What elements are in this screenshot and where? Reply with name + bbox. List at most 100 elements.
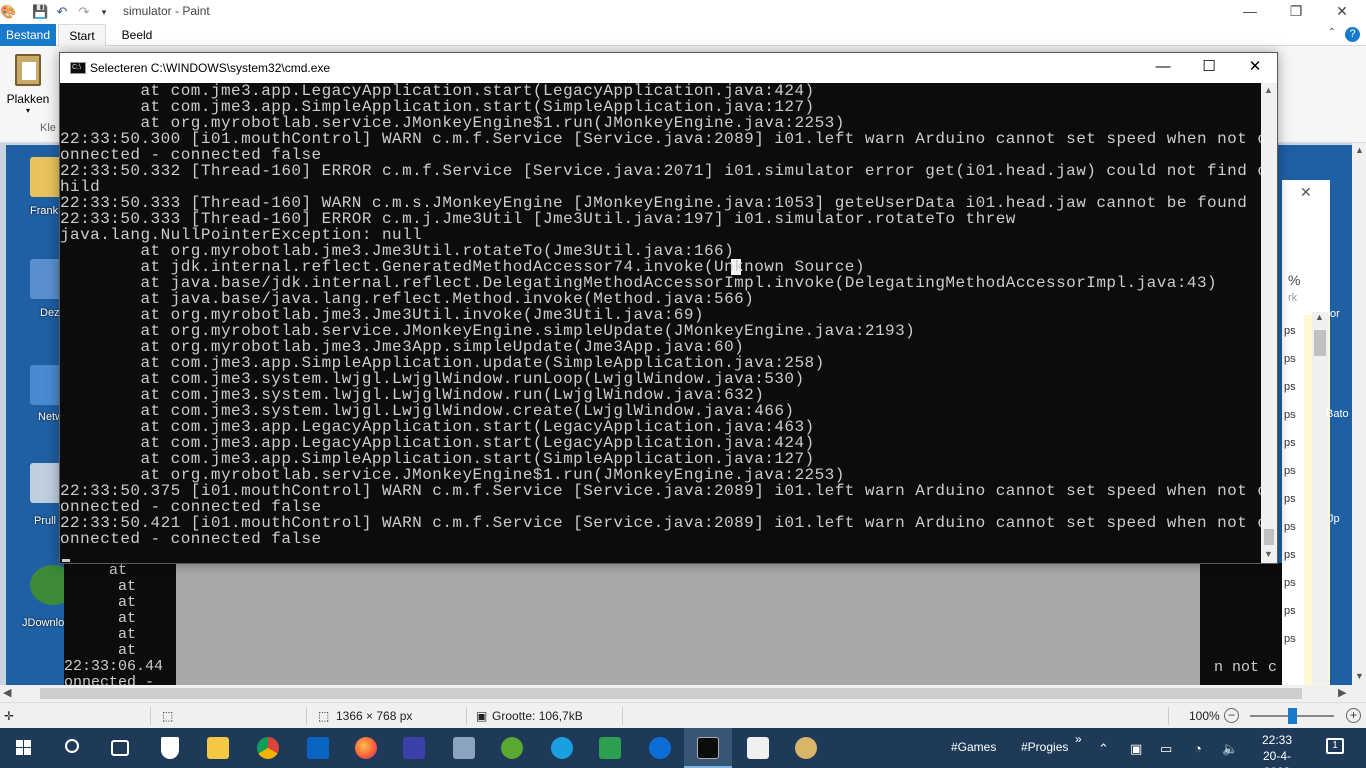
- volume-icon[interactable]: 🔈: [1222, 741, 1238, 757]
- console-line[interactable]: 22:33:50.300 [i01.mouthControl] WARN c.m…: [60, 131, 1261, 147]
- undo-icon[interactable]: ↶: [54, 4, 70, 20]
- paint-app-icon: 🎨: [0, 4, 17, 19]
- tab-home[interactable]: Start: [58, 24, 106, 46]
- fragment-scroll-thumb: [1314, 330, 1326, 356]
- scroll-down-icon[interactable]: ▼: [1355, 671, 1364, 681]
- console-line[interactable]: 22:33:50.333 [Thread-160] WARN c.m.s.JMo…: [60, 195, 1261, 211]
- console-line[interactable]: onnected - connected false: [60, 531, 1261, 547]
- paste-button[interactable]: Plakken ▾: [6, 52, 50, 122]
- paint-title-bar: 🎨 💾 ↶ ↷ ▾ simulator - Paint — ❐ ✕: [0, 0, 1366, 24]
- taskbar-firefox[interactable]: [342, 728, 390, 768]
- search-button[interactable]: [48, 728, 96, 768]
- console-line[interactable]: onnected - connected false: [60, 147, 1261, 163]
- cmd-app-icon: C:\: [70, 62, 86, 74]
- console-log-text[interactable]: at com.jme3.app.LegacyApplication.start(…: [60, 83, 1261, 547]
- console-line[interactable]: at com.jme3.app.LegacyApplication.start(…: [60, 435, 1261, 451]
- console-line[interactable]: at com.jme3.system.lwjgl.LwjglWindow.run…: [60, 371, 1261, 387]
- network-icon[interactable]: ▭: [1160, 741, 1172, 757]
- console-line[interactable]: 22:33:50.375 [i01.mouthControl] WARN c.m…: [60, 483, 1261, 499]
- zoom-out-button[interactable]: −: [1224, 708, 1239, 723]
- taskbar-ccleaner[interactable]: [538, 728, 586, 768]
- taskbar-chrome[interactable]: [244, 728, 292, 768]
- zoom-in-button[interactable]: +: [1346, 708, 1361, 723]
- taskbar-photos[interactable]: [440, 728, 488, 768]
- console-line[interactable]: onnected - connected false: [60, 499, 1261, 515]
- horizontal-scroll-thumb[interactable]: [40, 688, 1302, 699]
- scroll-down-icon[interactable]: ▼: [1264, 549, 1273, 559]
- taskbar-outlook[interactable]: [294, 728, 342, 768]
- cmd-window[interactable]: C:\ Selecteren C:\WINDOWS\system32\cmd.e…: [59, 52, 1278, 564]
- zoom-slider-thumb[interactable]: [1288, 708, 1297, 724]
- console-line[interactable]: 22:33:50.333 [Thread-160] ERROR c.m.j.Jm…: [60, 211, 1261, 227]
- fragment-ps: ps: [1284, 353, 1296, 365]
- console-line[interactable]: hild: [60, 179, 1261, 195]
- tab-file[interactable]: Bestand: [0, 24, 56, 46]
- paste-dropdown-icon[interactable]: ▾: [6, 106, 50, 115]
- taskbar-disk[interactable]: [390, 728, 438, 768]
- cmd-close-button[interactable]: ✕: [1232, 53, 1278, 83]
- taskbar-paint[interactable]: [782, 728, 830, 768]
- cmd-minimize-button[interactable]: —: [1140, 53, 1186, 83]
- toolbar-progies[interactable]: #Progies: [1021, 740, 1068, 754]
- redo-icon[interactable]: ↷: [76, 4, 92, 20]
- status-separator: [306, 707, 307, 725]
- toolbar-games[interactable]: #Games: [951, 740, 996, 754]
- console-line[interactable]: at org.myrobotlab.service.JMonkeyEngine$…: [60, 467, 1261, 483]
- scroll-left-icon[interactable]: ◀: [3, 686, 11, 699]
- cmd-scroll-thumb[interactable]: [1264, 529, 1274, 545]
- paint-horizontal-scrollbar[interactable]: ◀ ▶: [0, 685, 1366, 702]
- cmd-window-title: Selecteren C:\WINDOWS\system32\cmd.exe: [90, 61, 331, 75]
- cmd-console-output[interactable]: at com.jme3.app.LegacyApplication.start(…: [60, 83, 1261, 563]
- taskbar-chart-app[interactable]: [586, 728, 634, 768]
- console-line[interactable]: at com.jme3.app.SimpleApplication.start(…: [60, 99, 1261, 115]
- collapse-ribbon-icon[interactable]: ⌃: [1328, 27, 1336, 38]
- paint-minimize-button[interactable]: —: [1227, 0, 1273, 24]
- paint-close-button[interactable]: ✕: [1319, 0, 1365, 24]
- help-icon[interactable]: ?: [1345, 27, 1360, 42]
- console-line[interactable]: at com.jme3.system.lwjgl.LwjglWindow.run…: [60, 387, 1261, 403]
- console-line[interactable]: at org.myrobotlab.service.JMonkeyEngine.…: [60, 323, 1261, 339]
- clock[interactable]: 22:33 20-4-2023: [1252, 732, 1302, 768]
- cmd-vertical-scrollbar[interactable]: ▲ ▼: [1261, 83, 1277, 563]
- taskbar-teamviewer[interactable]: [636, 728, 684, 768]
- taskbar-security[interactable]: [146, 728, 194, 768]
- toolbar-more[interactable]: »: [1075, 732, 1082, 746]
- task-view-button[interactable]: [96, 728, 144, 768]
- tab-view[interactable]: Beeld: [110, 24, 164, 46]
- console-line[interactable]: at java.base/java.lang.reflect.Method.in…: [60, 291, 1261, 307]
- chart-icon: [599, 737, 621, 759]
- taskbar-jdownloader[interactable]: [488, 728, 536, 768]
- show-hidden-icons-icon[interactable]: ⌃: [1098, 741, 1109, 757]
- taskbar-java[interactable]: [734, 728, 782, 768]
- console-line[interactable]: java.lang.NullPointerException: null: [60, 227, 1261, 243]
- console-line[interactable]: 22:33:50.332 [Thread-160] ERROR c.m.f.Se…: [60, 163, 1261, 179]
- save-icon[interactable]: 💾: [32, 4, 48, 20]
- scroll-right-icon[interactable]: ▶: [1338, 686, 1346, 699]
- console-line[interactable]: at org.myrobotlab.jme3.Jme3App.simpleUpd…: [60, 339, 1261, 355]
- wifi-icon[interactable]: ◔: [1194, 741, 1202, 756]
- console-line[interactable]: 22:33:50.421 [i01.mouthControl] WARN c.m…: [60, 515, 1261, 531]
- customize-quick-access-icon[interactable]: ▾: [96, 4, 112, 20]
- camera-icon[interactable]: ▣: [1130, 741, 1142, 757]
- cmd-maximize-button[interactable]: ☐: [1186, 53, 1232, 83]
- console-line[interactable]: at org.myrobotlab.service.JMonkeyEngine$…: [60, 115, 1261, 131]
- paint-vertical-scrollbar[interactable]: ▲ ▼: [1352, 143, 1366, 685]
- notification-center-icon[interactable]: 1: [1326, 738, 1344, 754]
- console-line[interactable]: at com.jme3.app.LegacyApplication.start(…: [60, 419, 1261, 435]
- console-line[interactable]: at com.jme3.app.LegacyApplication.start(…: [60, 83, 1261, 99]
- console-line[interactable]: at org.myrobotlab.jme3.Jme3Util.rotateTo…: [60, 243, 1261, 259]
- scroll-up-icon[interactable]: ▲: [1264, 85, 1273, 95]
- cmd-title-bar[interactable]: C:\ Selecteren C:\WINDOWS\system32\cmd.e…: [60, 53, 1277, 83]
- scroll-up-icon[interactable]: ▲: [1355, 145, 1364, 155]
- taskbar-cmd[interactable]: [684, 728, 732, 768]
- console-line[interactable]: at jdk.internal.reflect.GeneratedMethodA…: [60, 259, 1261, 275]
- start-button[interactable]: [0, 728, 48, 768]
- console-line[interactable]: at com.jme3.system.lwjgl.LwjglWindow.cre…: [60, 403, 1261, 419]
- taskbar-explorer[interactable]: [194, 728, 242, 768]
- paint-restore-button[interactable]: ❐: [1273, 0, 1319, 24]
- console-line[interactable]: at com.jme3.app.SimpleApplication.update…: [60, 355, 1261, 371]
- console-line[interactable]: at com.jme3.app.SimpleApplication.start(…: [60, 451, 1261, 467]
- console-line[interactable]: at java.base/jdk.internal.reflect.Delega…: [60, 275, 1261, 291]
- chevron-up-icon: ▲: [1315, 312, 1324, 322]
- console-line[interactable]: at org.myrobotlab.jme3.Jme3Util.invoke(J…: [60, 307, 1261, 323]
